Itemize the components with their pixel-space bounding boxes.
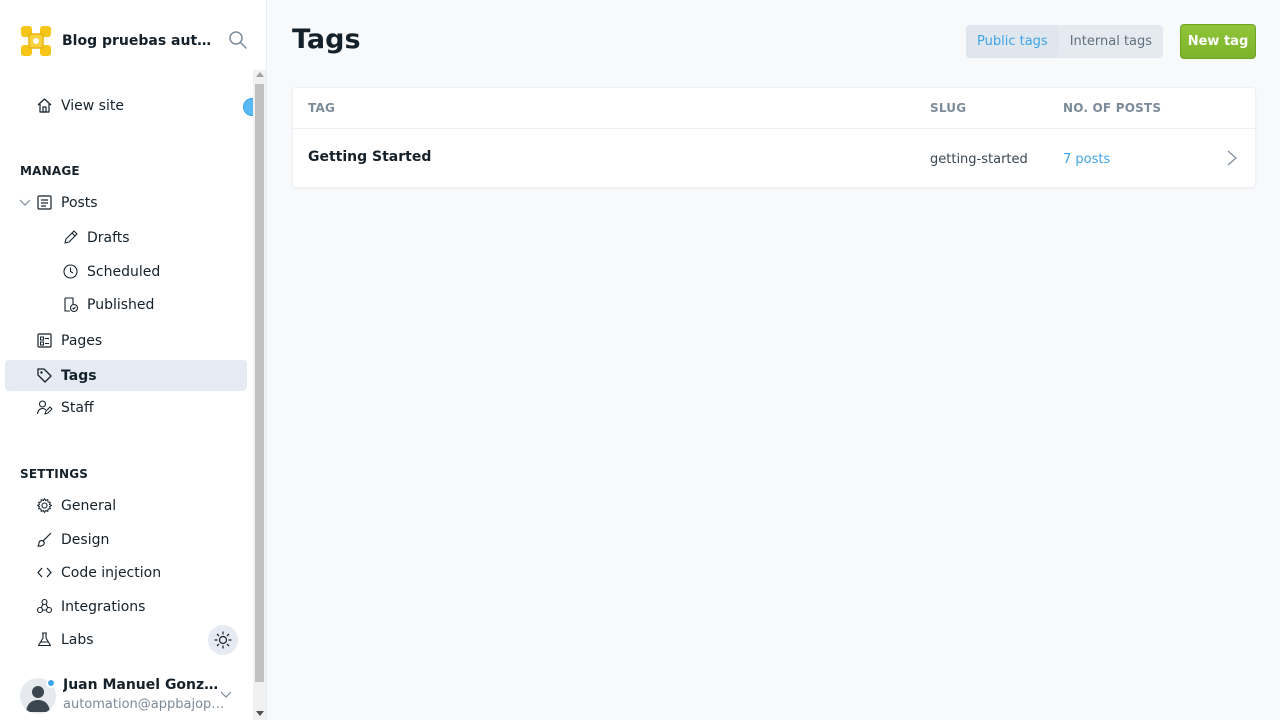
sun-icon xyxy=(214,631,232,649)
chevron-down-icon[interactable] xyxy=(220,688,232,700)
nav-label: Design xyxy=(61,531,110,548)
nav-label: Scheduled xyxy=(87,263,161,280)
nav-label: General xyxy=(61,497,117,514)
nav-label: Drafts xyxy=(87,229,130,246)
nav-code-injection[interactable]: Code injection xyxy=(5,557,247,588)
tab-public-tags[interactable]: Public tags xyxy=(966,25,1059,58)
notification-dot xyxy=(46,678,56,688)
table-header: TAG SLUG NO. OF POSTS xyxy=(293,88,1255,129)
staff-icon xyxy=(36,400,53,415)
nav-view-site[interactable]: View site xyxy=(5,90,247,121)
tag-name[interactable]: Getting Started xyxy=(308,149,431,165)
brand[interactable]: Blog pruebas automatizadas xyxy=(20,24,218,58)
scroll-up-arrow[interactable] xyxy=(256,72,264,77)
published-icon xyxy=(64,297,79,313)
tag-post-count[interactable]: 7 posts xyxy=(1063,152,1110,167)
chevron-down-icon[interactable] xyxy=(19,196,31,208)
tag-slug: getting-started xyxy=(930,152,1028,167)
scroll-down-arrow[interactable] xyxy=(256,711,264,716)
section-manage: MANAGE xyxy=(20,164,80,178)
nav-tags[interactable]: Tags xyxy=(5,360,247,391)
table-row[interactable]: Getting Started getting-started 7 posts xyxy=(293,129,1255,188)
section-settings: SETTINGS xyxy=(20,467,89,481)
integrations-icon xyxy=(36,598,53,614)
nav-label: Published xyxy=(87,296,155,313)
nav-posts[interactable]: Posts xyxy=(5,187,247,218)
pages-icon xyxy=(37,333,52,348)
brush-icon xyxy=(36,532,52,547)
nav-label: Pages xyxy=(61,332,103,349)
sidebar: Blog pruebas automatizadas View site MAN… xyxy=(0,0,267,720)
theme-toggle[interactable] xyxy=(208,625,238,655)
brand-title: Blog pruebas automatizadas xyxy=(62,33,218,49)
sidebar-nav: View site MANAGE Posts Drafts Scheduled … xyxy=(0,70,253,720)
user-menu[interactable]: Juan Manuel González automation@appbajop… xyxy=(20,676,252,720)
nav-design[interactable]: Design xyxy=(5,524,247,555)
nav-label: View site xyxy=(61,97,124,114)
brand-logo xyxy=(21,26,51,56)
column-header-posts: NO. OF POSTS xyxy=(1063,101,1162,115)
new-tag-button[interactable]: New tag xyxy=(1180,24,1256,59)
tag-type-tabs: Public tags Internal tags xyxy=(966,25,1164,58)
tags-table: TAG SLUG NO. OF POSTS Getting Started ge… xyxy=(292,87,1256,188)
nav-pages[interactable]: Pages xyxy=(5,325,247,356)
nav-integrations[interactable]: Integrations xyxy=(5,591,247,622)
user-name: Juan Manuel González xyxy=(63,677,225,693)
nav-label: Posts xyxy=(61,194,98,211)
nav-staff[interactable]: Staff xyxy=(5,392,247,423)
chevron-right-icon[interactable] xyxy=(1225,149,1239,167)
nav-drafts[interactable]: Drafts xyxy=(5,222,247,253)
home-icon xyxy=(37,98,52,113)
tag-icon xyxy=(37,368,52,383)
column-header-tag: TAG xyxy=(308,101,335,115)
nav-label: Code injection xyxy=(61,564,162,581)
nav-scheduled[interactable]: Scheduled xyxy=(5,256,247,287)
nav-label: Labs xyxy=(61,631,94,648)
sidebar-scrollbar[interactable] xyxy=(253,70,266,720)
column-header-slug: SLUG xyxy=(930,101,967,115)
scroll-thumb[interactable] xyxy=(255,84,264,682)
user-email: automation@appbajopruebas.com xyxy=(63,697,225,712)
nav-label: Integrations xyxy=(61,598,146,615)
search-icon[interactable] xyxy=(228,30,248,50)
clock-icon xyxy=(63,264,78,279)
pencil-icon xyxy=(64,230,78,244)
code-icon xyxy=(37,567,52,578)
main-content: Tags Public tags Internal tags New tag T… xyxy=(267,0,1280,720)
page-title: Tags xyxy=(292,24,361,55)
posts-icon xyxy=(37,195,52,210)
nav-general[interactable]: General xyxy=(5,490,247,521)
nav-published[interactable]: Published xyxy=(5,289,247,320)
gear-icon xyxy=(37,498,52,513)
nav-label: Staff xyxy=(61,399,94,416)
flask-icon xyxy=(37,632,52,647)
nav-label: Tags xyxy=(61,367,97,384)
tab-internal-tags[interactable]: Internal tags xyxy=(1059,25,1163,58)
